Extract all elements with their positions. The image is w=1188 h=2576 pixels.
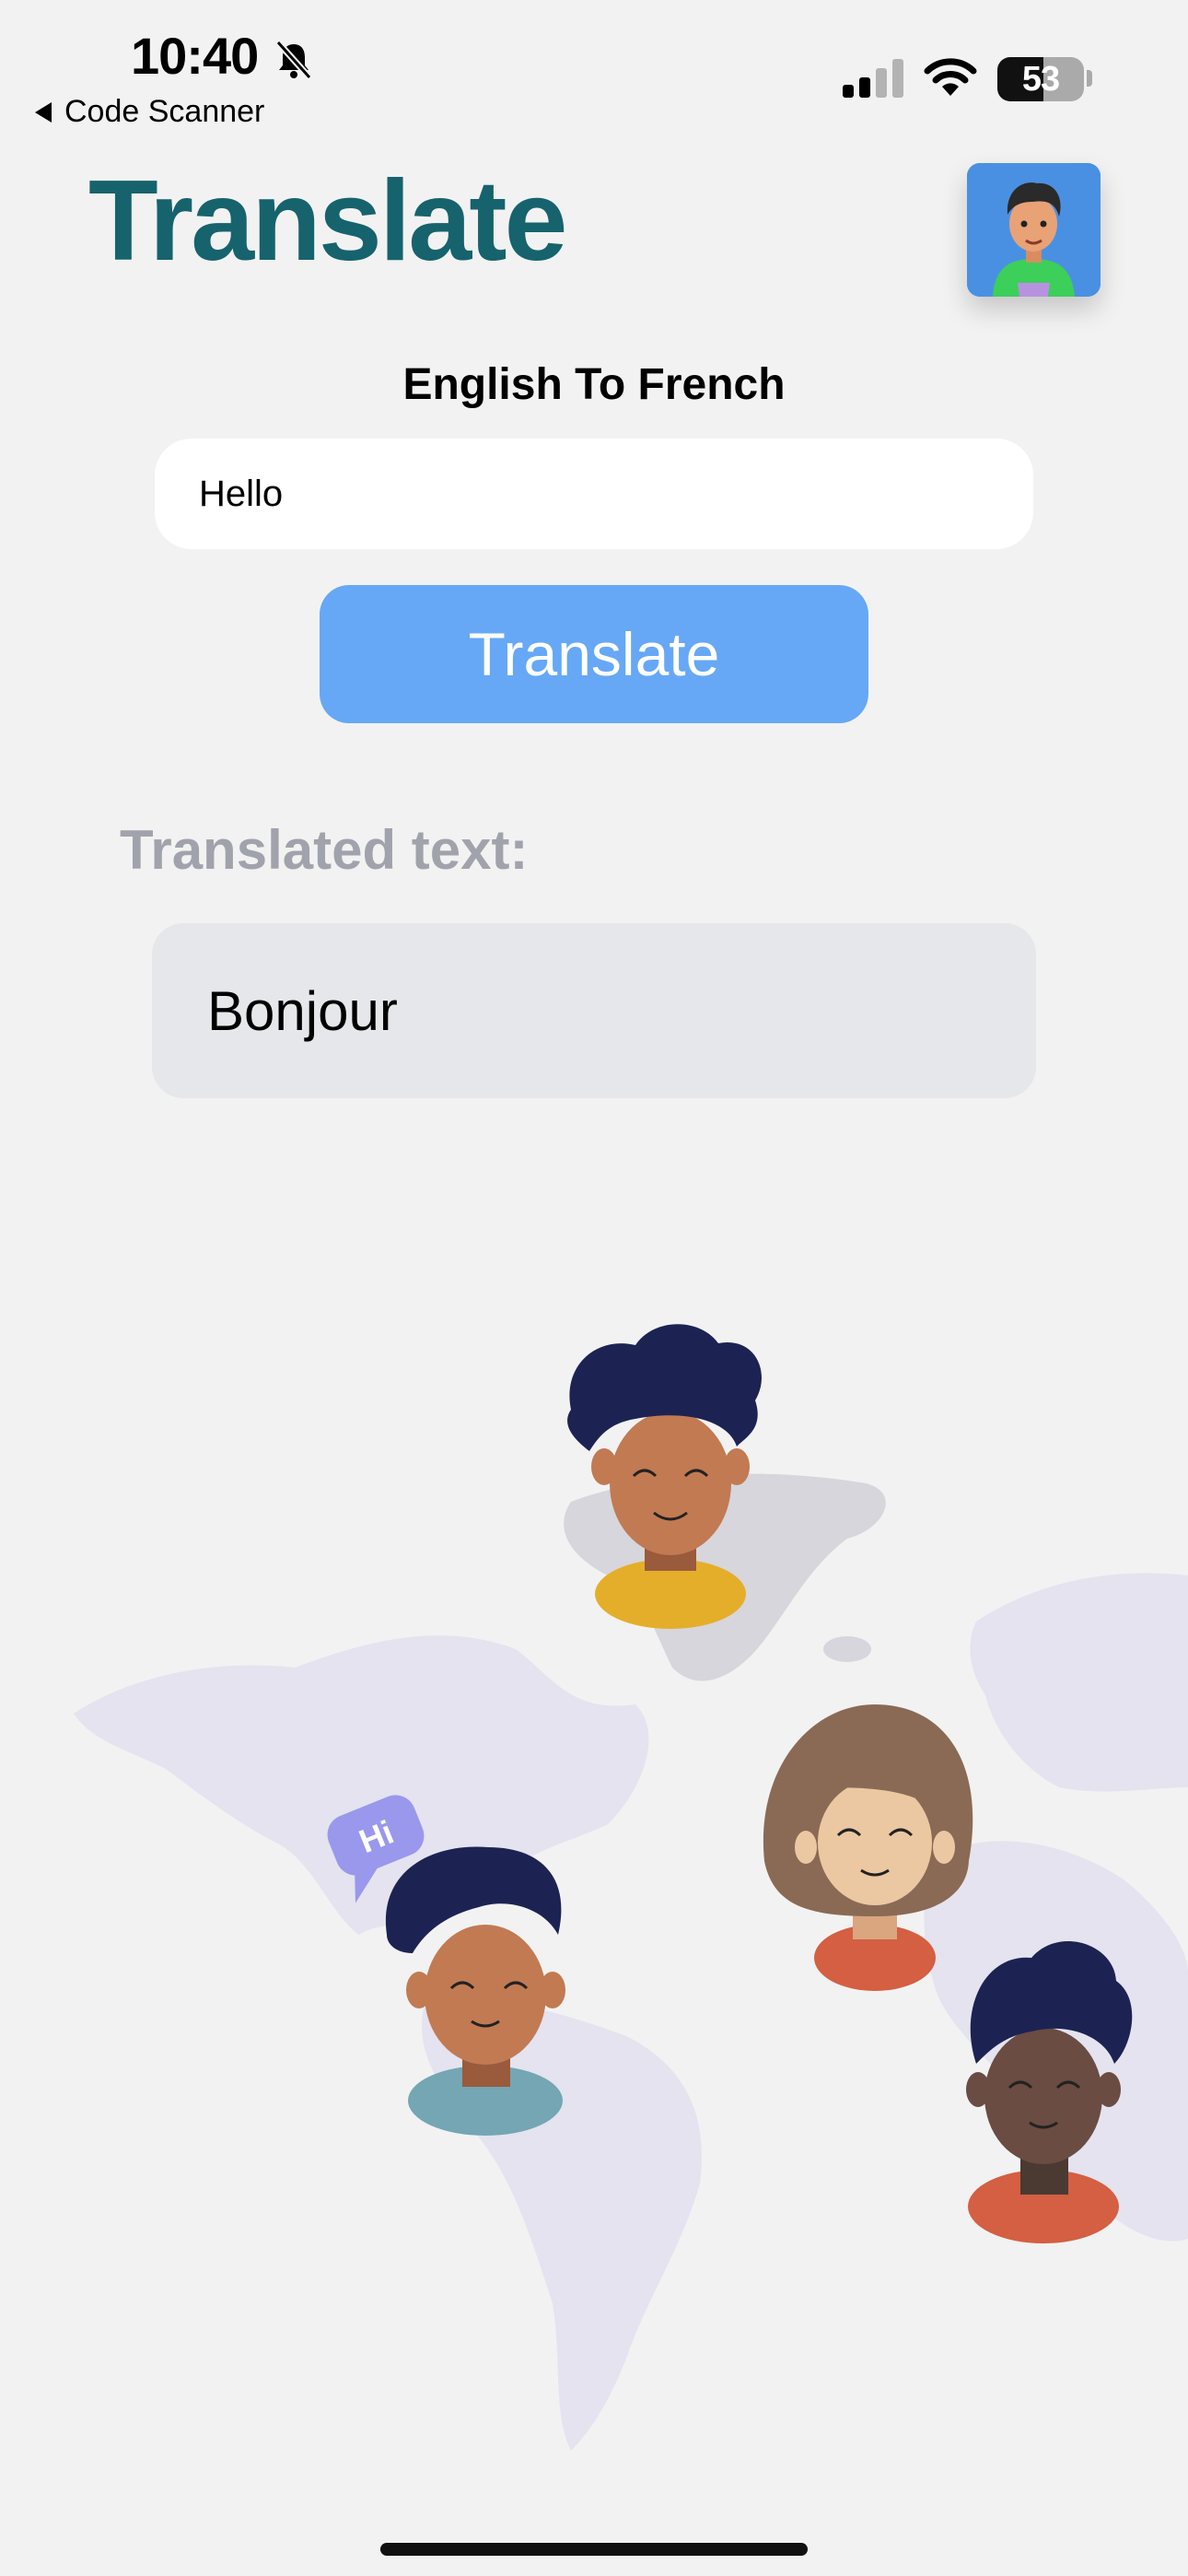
back-label: Code Scanner — [64, 94, 265, 129]
translate-button[interactable]: Translate — [320, 585, 868, 723]
world-people-illustration: Hi — [74, 1324, 1188, 2451]
avatar-image — [967, 163, 1101, 297]
back-triangle-icon — [35, 101, 52, 123]
source-text-input[interactable] — [155, 439, 1033, 549]
bell-slash-icon — [275, 40, 312, 80]
battery-icon: 53 — [997, 57, 1084, 101]
cellular-signal-icon — [843, 59, 903, 98]
person-top — [567, 1324, 762, 1629]
status-time: 10:40 — [131, 27, 259, 85]
person-right — [966, 1940, 1133, 2243]
avatar[interactable] — [967, 163, 1101, 297]
battery-level: 53 — [1021, 60, 1060, 99]
translated-text-label: Translated text: — [120, 819, 529, 881]
back-to-app-link[interactable]: Code Scanner — [35, 94, 264, 130]
language-direction-label: English To French — [402, 360, 786, 409]
page-title: Translate — [88, 158, 567, 285]
person-left — [385, 1846, 565, 2136]
translated-text-box: Bonjour — [152, 923, 1036, 1098]
battery-cap — [1087, 70, 1092, 87]
translated-text-value: Bonjour — [207, 979, 398, 1042]
home-indicator[interactable] — [380, 2543, 808, 2556]
wifi-icon — [924, 58, 977, 96]
